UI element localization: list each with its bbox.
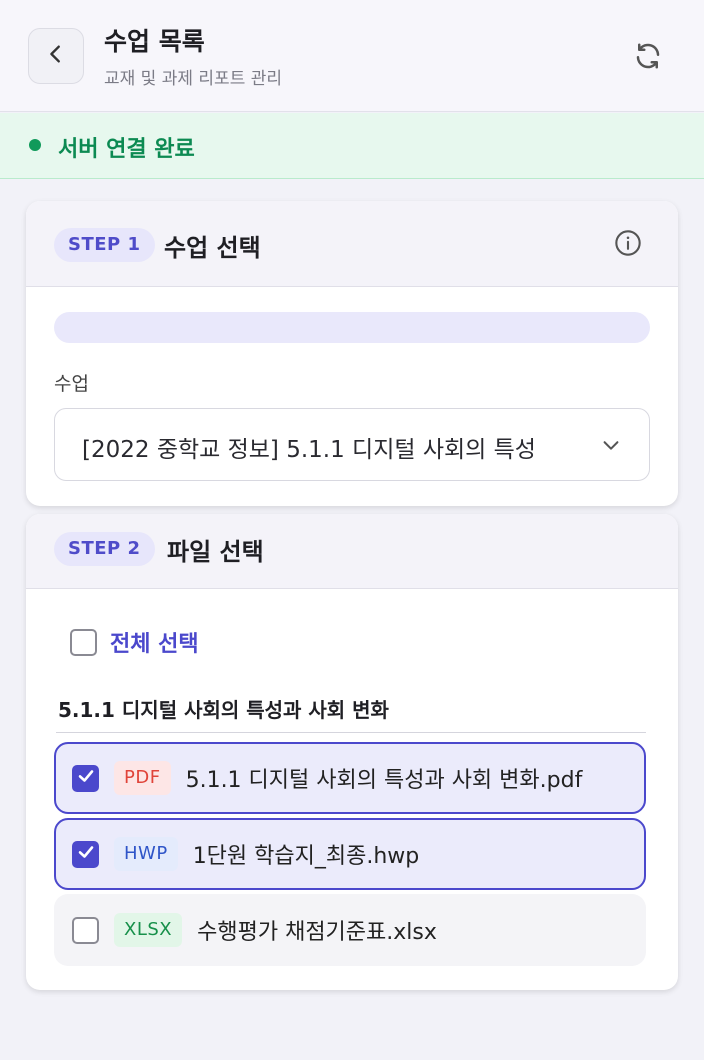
step2-badge: STEP 2: [54, 532, 155, 566]
refresh-icon: [633, 41, 663, 75]
lesson-field-label: 수업: [54, 373, 89, 395]
lesson-select[interactable]: [2022 중학교 정보] 5.1.1 디지털 사회의 특성: [54, 408, 650, 481]
chevron-left-icon: [45, 43, 67, 69]
file-type-badge: XLSX: [114, 913, 183, 947]
checkmark-icon: [77, 843, 95, 865]
page-subtitle: 교재 및 과제 리포트 관리: [104, 69, 283, 89]
back-button[interactable]: [28, 28, 84, 84]
file-row[interactable]: PDF 5.1.1 디지털 사회의 특성과 사회 변화.pdf: [54, 742, 646, 814]
file-row[interactable]: XLSX 수행평가 채점기준표.xlsx: [54, 894, 646, 966]
chevron-down-icon: [599, 433, 623, 457]
info-button[interactable]: [614, 229, 642, 261]
loading-progress-bar: [54, 312, 650, 343]
page-title: 수업 목록: [104, 27, 205, 56]
file-row[interactable]: HWP 1단원 학습지_최종.hwp: [54, 818, 646, 890]
step1-title: 수업 선택: [164, 234, 261, 262]
file-checkbox[interactable]: [72, 916, 99, 944]
select-all-label: 전체 선택: [110, 632, 199, 657]
file-type-badge: PDF: [114, 761, 171, 795]
connection-status-text: 서버 연결 완료: [58, 137, 195, 162]
file-type-badge: HWP: [114, 837, 178, 871]
refresh-button[interactable]: [626, 36, 670, 80]
divider: [56, 732, 646, 733]
select-all-control[interactable]: 전체 선택: [70, 626, 199, 658]
file-checkbox[interactable]: [72, 764, 99, 792]
step2-header: STEP 2 파일 선택: [26, 514, 678, 589]
select-all-checkbox[interactable]: [70, 628, 97, 656]
step1-header: STEP 1 수업 선택: [26, 201, 678, 287]
app-header: 수업 목록 교재 및 과제 리포트 관리: [0, 0, 704, 112]
file-group-title: 5.1.1 디지털 사회의 특성과 사회 변화: [58, 698, 389, 722]
file-checkbox[interactable]: [72, 840, 99, 868]
status-dot-icon: [29, 139, 41, 151]
step1-badge: STEP 1: [54, 228, 155, 262]
step2-card: STEP 2 파일 선택 전체 선택 5.1.1 디지털 사회의 특성과 사회 …: [26, 514, 678, 990]
checkmark-icon: [77, 767, 95, 789]
lesson-select-value: [2022 중학교 정보] 5.1.1 디지털 사회의 특성: [82, 437, 536, 463]
file-name: 수행평가 채점기준표.xlsx: [197, 920, 437, 945]
file-name: 1단원 학습지_최종.hwp: [192, 844, 420, 869]
file-name: 5.1.1 디지털 사회의 특성과 사회 변화.pdf: [185, 768, 583, 793]
info-icon: [614, 229, 642, 261]
step1-card: STEP 1 수업 선택 수업 [2022 중학교 정보] 5.1.1 디지털 …: [26, 201, 678, 506]
step2-title: 파일 선택: [167, 538, 264, 566]
